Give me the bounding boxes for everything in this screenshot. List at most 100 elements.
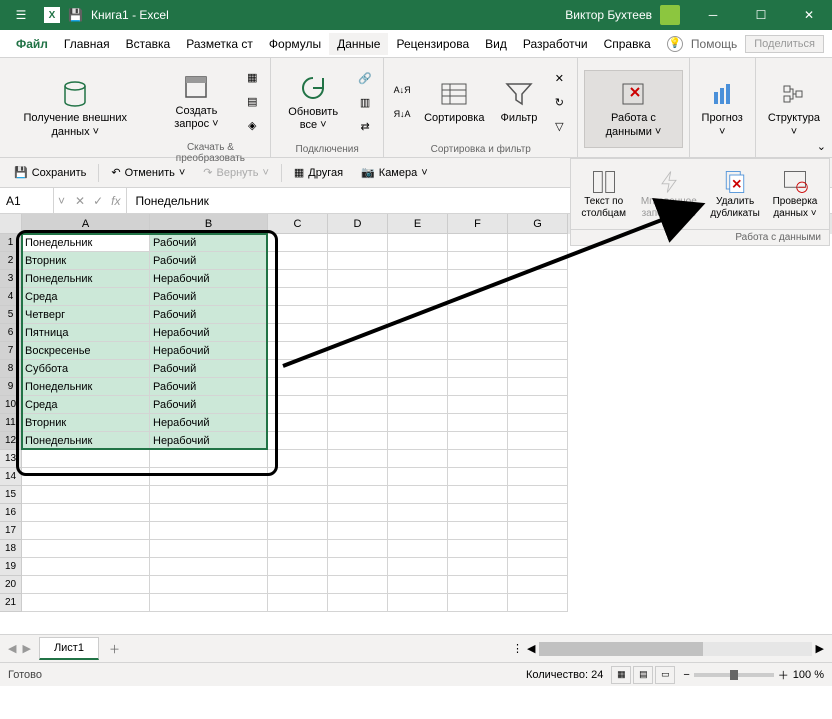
cell[interactable] [22,486,150,504]
row-header[interactable]: 19 [0,558,22,576]
cell[interactable] [448,594,508,612]
cell[interactable] [268,504,328,522]
row-header[interactable]: 1 [0,234,22,252]
cell[interactable] [328,360,388,378]
cell[interactable] [508,270,568,288]
name-box[interactable]: A1 [0,188,54,213]
menu-file[interactable]: Файл [8,33,56,55]
row-header[interactable]: 13 [0,450,22,468]
cell[interactable] [150,576,268,594]
forecast-button[interactable]: Прогноз ˅ [696,70,749,148]
cell[interactable] [388,378,448,396]
cell[interactable]: Понедельник [22,234,150,252]
data-validation-button[interactable]: Проверка данных ˅ [765,166,825,222]
cell[interactable] [448,270,508,288]
name-box-dropdown[interactable]: ˅ [54,194,69,208]
sheet-tab-1[interactable]: Лист1 [39,637,99,660]
cell[interactable] [150,558,268,576]
row-header[interactable]: 18 [0,540,22,558]
username[interactable]: Виктор Бухтеев [565,8,652,22]
tab-next-button[interactable]: ▶ [22,642,30,655]
cell[interactable] [268,288,328,306]
cell[interactable] [508,432,568,450]
add-sheet-button[interactable]: ＋ [99,637,130,661]
cell[interactable] [508,324,568,342]
cell[interactable] [268,396,328,414]
cell[interactable] [328,306,388,324]
cancel-formula-button[interactable]: ✕ [75,194,85,208]
cell[interactable] [448,288,508,306]
cell[interactable] [268,234,328,252]
cell[interactable] [448,378,508,396]
cell[interactable] [388,558,448,576]
cell[interactable] [328,414,388,432]
col-header-D[interactable]: D [328,214,388,234]
cell[interactable] [328,432,388,450]
row-header[interactable]: 5 [0,306,22,324]
cell[interactable] [508,378,568,396]
cell[interactable] [22,468,150,486]
cell[interactable] [268,252,328,270]
cell[interactable] [22,576,150,594]
zoom-level[interactable]: 100 % [793,669,824,681]
cell[interactable] [448,504,508,522]
cell[interactable] [268,540,328,558]
cell[interactable] [508,576,568,594]
cell[interactable]: Вторник [22,414,150,432]
cell[interactable] [268,378,328,396]
cell[interactable] [150,522,268,540]
cell[interactable] [508,504,568,522]
cell[interactable] [268,468,328,486]
cell[interactable] [448,522,508,540]
cell[interactable] [268,450,328,468]
maximize-button[interactable]: ☐ [738,0,784,30]
cell[interactable] [508,396,568,414]
cell[interactable] [508,306,568,324]
cell[interactable] [268,414,328,432]
zoom-out-button[interactable]: − [683,669,689,681]
cell[interactable] [448,306,508,324]
menu-developer[interactable]: Разработчи [515,33,596,55]
cell[interactable] [448,486,508,504]
cell[interactable]: Понедельник [22,432,150,450]
cell[interactable] [508,450,568,468]
cell[interactable] [22,522,150,540]
cell[interactable] [508,342,568,360]
row-header[interactable]: 21 [0,594,22,612]
properties-button[interactable]: ▥ [354,91,376,113]
cell[interactable] [268,594,328,612]
cell[interactable] [150,504,268,522]
data-tools-button[interactable]: Работа с данными ˅ [584,70,682,148]
menu-data[interactable]: Данные [329,33,388,55]
cell[interactable] [388,576,448,594]
cell[interactable] [448,432,508,450]
remove-duplicates-button[interactable]: Удалить дубликаты [705,166,765,222]
fx-button[interactable]: fx [111,194,120,208]
qat-save-button[interactable]: 💾Сохранить [8,164,92,181]
edit-links-button[interactable]: ⇄ [354,115,376,137]
qat-undo-button[interactable]: ↶Отменить ˅ [105,164,191,181]
cell[interactable]: Нерабочий [150,342,268,360]
save-icon[interactable]: 💾 [68,8,83,22]
cell[interactable] [508,522,568,540]
cell[interactable] [448,468,508,486]
cell[interactable] [448,252,508,270]
hscroll-split[interactable]: ⋮ [512,642,523,655]
avatar[interactable] [660,5,680,25]
refresh-all-button[interactable]: Обновить все ˅ [277,63,349,141]
cell[interactable] [448,414,508,432]
lightbulb-icon[interactable]: 💡 [667,36,683,52]
cell[interactable]: Рабочий [150,234,268,252]
qat-other-button[interactable]: ▦Другая [288,164,349,181]
cell[interactable] [448,576,508,594]
col-header-B[interactable]: B [150,214,268,234]
menu-formulas[interactable]: Формулы [261,33,329,55]
view-page-break-button[interactable]: ▭ [655,666,675,684]
cell[interactable]: Рабочий [150,378,268,396]
cell[interactable]: Рабочий [150,396,268,414]
cell[interactable] [328,234,388,252]
cell[interactable] [150,468,268,486]
row-header[interactable]: 11 [0,414,22,432]
cell[interactable] [388,342,448,360]
menu-help[interactable]: Справка [596,33,659,55]
